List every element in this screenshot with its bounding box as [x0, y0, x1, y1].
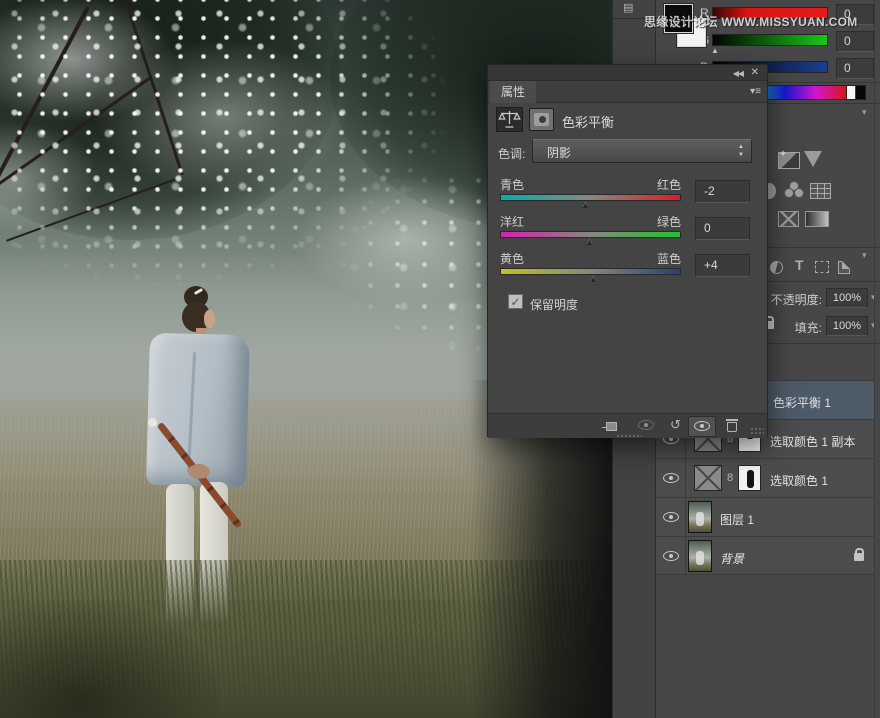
properties-bottom-bar: ↺ — [488, 413, 767, 438]
yellow-label: 黄色 — [500, 252, 525, 266]
tab-properties[interactable]: 属性 — [490, 81, 536, 103]
channel-g-value[interactable]: 0 — [836, 31, 874, 52]
visibility-cell[interactable] — [656, 459, 686, 498]
layer-row-background[interactable]: 背景 — [656, 536, 874, 576]
green-label: 绿色 — [656, 215, 681, 229]
filter-smart-object-icon[interactable] — [838, 261, 850, 274]
filter-adjustment-layers-icon[interactable] — [770, 261, 783, 274]
layer-name[interactable]: 图层 1 — [720, 511, 754, 528]
toggle-visibility-button[interactable] — [688, 416, 716, 437]
panel-drag-grip[interactable] — [616, 434, 642, 438]
clip-to-layer-icon[interactable] — [602, 422, 617, 431]
background-lock-icon — [854, 548, 864, 561]
mask-link-icon[interactable]: 8 — [727, 472, 733, 484]
image-layer-thumbnail[interactable] — [688, 501, 712, 533]
tone-label: 色调: — [498, 147, 526, 161]
yellow-blue-value[interactable]: +4 — [695, 254, 750, 277]
properties-panel: ◀◀ ✕ 属性 ▾≡ 色彩平衡 色调: 阴影 ▲ ▼ 青色 红色 ▲ -2 洋红… — [487, 64, 768, 438]
spectrum-white-swatch[interactable] — [846, 86, 855, 99]
delete-adjustment-icon[interactable] — [726, 419, 738, 432]
image-layer-thumbnail[interactable] — [688, 540, 712, 572]
properties-content: 色彩平衡 色调: 阴影 ▲ ▼ 青色 红色 ▲ -2 洋红 绿色 ▲ 0 黄色 … — [488, 104, 767, 413]
color-lookup-adjustment-icon[interactable] — [810, 183, 831, 199]
tone-selected-value: 阴影 — [547, 146, 572, 160]
layer-row-layer1[interactable]: 图层 1 — [656, 497, 874, 537]
blue-label: 蓝色 — [656, 252, 681, 266]
curves-adjustment-icon[interactable] — [804, 151, 822, 167]
eye-icon[interactable] — [663, 512, 679, 522]
cyan-red-value[interactable]: -2 — [695, 180, 750, 203]
layer-mask-thumbnail[interactable] — [738, 465, 761, 491]
flute-tip — [148, 418, 157, 427]
watermark-text: 思缘设计论坛 WWW.MISSYUAN.COM — [644, 15, 858, 29]
slider1-labels: 青色 红色 — [500, 176, 681, 193]
layer-row-selective-color[interactable]: 8 选取颜色 1 — [656, 458, 874, 498]
collapse-to-icons-button[interactable]: ◀◀ — [733, 69, 744, 78]
gradient-map-adjustment-icon[interactable] — [805, 211, 829, 227]
layer-name[interactable]: 选取颜色 1 副本 — [770, 433, 855, 450]
color-balance-scales-icon — [496, 107, 523, 132]
woman-hands — [188, 464, 210, 479]
tone-select[interactable]: 阴影 ▲ ▼ — [532, 139, 752, 163]
properties-titlebar[interactable]: ◀◀ ✕ — [488, 65, 767, 81]
properties-tabbar: 属性 ▾≡ — [488, 81, 767, 103]
fill-label: 填充: — [794, 321, 822, 335]
panel-menu-icon[interactable]: ▾≡ — [750, 86, 761, 97]
panel-collapse-arrow[interactable]: ▾ — [862, 250, 867, 261]
cyan-label: 青色 — [500, 178, 525, 192]
panel-collapse-arrow[interactable]: ▾ — [862, 107, 867, 118]
layer-mask-icon[interactable] — [529, 108, 554, 131]
slider2-labels: 洋红 绿色 — [500, 213, 681, 230]
tone-stepper-icon[interactable]: ▲ ▼ — [734, 143, 748, 160]
photoshop-window: ▤ R 0 G ▲ 0 B ▲ 0 ▾ — [0, 0, 880, 718]
selective-color-layer-thumbnail[interactable] — [694, 465, 722, 491]
reset-adjustment-icon[interactable]: ↺ — [670, 417, 681, 433]
invert-adjustment-icon[interactable] — [778, 211, 799, 227]
channel-b-value[interactable]: 0 — [836, 58, 874, 79]
yellow-blue-slider-thumb[interactable]: ▲ — [589, 274, 598, 284]
magenta-green-value[interactable]: 0 — [695, 217, 750, 240]
channel-g-slider-thumb[interactable]: ▲ — [711, 47, 719, 55]
preserve-luminosity-label: 保留明度 — [530, 298, 579, 312]
red-label: 红色 — [656, 178, 681, 192]
close-panel-button[interactable]: ✕ — [751, 67, 759, 78]
cyan-red-slider[interactable] — [500, 194, 681, 201]
eye-icon[interactable] — [663, 551, 679, 561]
preserve-luminosity-checkbox[interactable]: ✓ — [508, 294, 523, 309]
fill-value[interactable]: 100% — [826, 316, 868, 336]
channel-mixer-adjustment-icon[interactable] — [784, 181, 806, 200]
exposure-adjustment-icon[interactable] — [778, 149, 800, 169]
spectrum-black-swatch[interactable] — [855, 86, 865, 99]
adjustment-title: 色彩平衡 — [562, 115, 615, 130]
filter-type-layers-icon[interactable]: T — [795, 257, 804, 273]
opacity-value[interactable]: 100% — [826, 288, 868, 308]
visibility-cell[interactable] — [656, 537, 686, 576]
layer-name[interactable]: 选取颜色 1 — [770, 472, 828, 489]
magenta-green-slider-thumb[interactable]: ▲ — [585, 237, 594, 247]
dock-right-edge — [874, 0, 875, 718]
layer-name[interactable]: 背景 — [720, 550, 744, 567]
eye-icon[interactable] — [663, 473, 679, 483]
channel-g-slider[interactable] — [712, 34, 828, 46]
woman-face — [204, 310, 215, 328]
slider3-labels: 黄色 蓝色 — [500, 250, 681, 267]
layer-name[interactable]: 色彩平衡 1 — [773, 394, 831, 411]
visibility-cell[interactable] — [656, 498, 686, 537]
panel-strip-icon[interactable]: ▤ — [623, 1, 633, 14]
view-previous-state-icon[interactable] — [638, 420, 654, 430]
cyan-red-slider-thumb[interactable]: ▲ — [581, 200, 590, 210]
magenta-label: 洋红 — [500, 215, 525, 229]
panel-resize-grip[interactable] — [750, 427, 764, 436]
filter-shape-layers-icon[interactable] — [815, 261, 829, 273]
